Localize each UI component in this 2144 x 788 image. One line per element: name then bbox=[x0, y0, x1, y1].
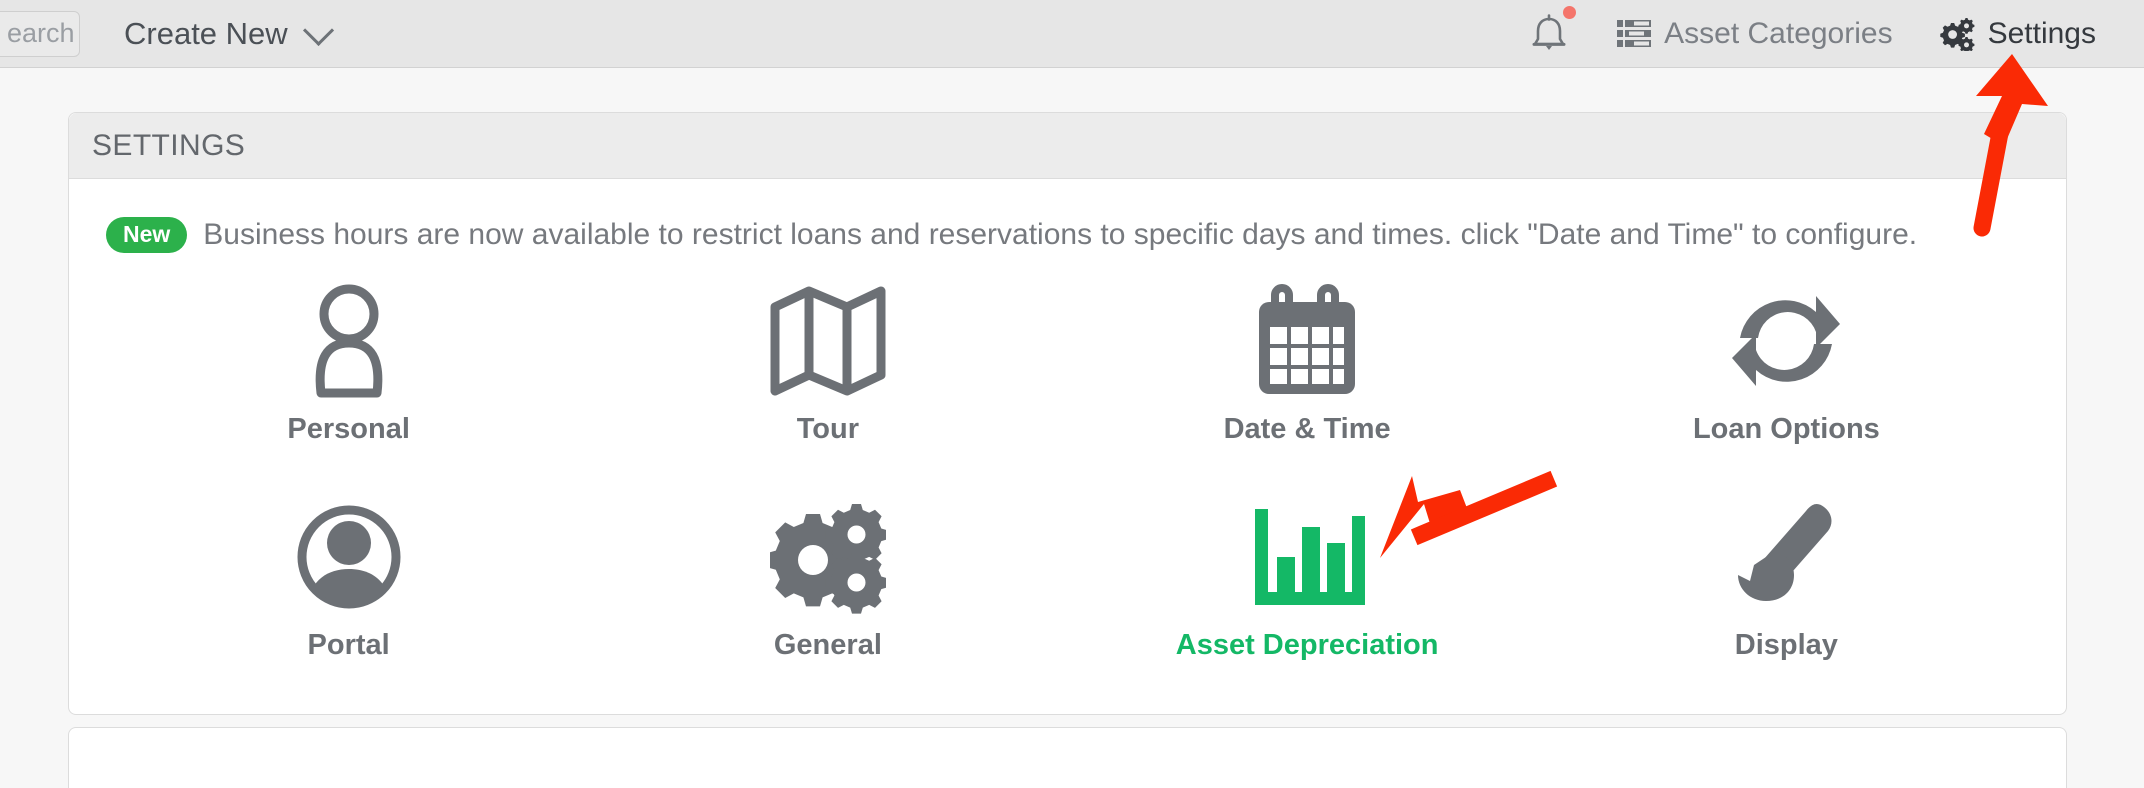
avatar-circle-icon bbox=[293, 491, 405, 623]
notification-badge-dot bbox=[1560, 2, 1580, 22]
settings-tile-grid: Personal Tour Date & Time Loan Options P… bbox=[69, 253, 2066, 687]
person-outline-icon bbox=[297, 275, 401, 407]
paintbrush-icon bbox=[1728, 491, 1844, 623]
top-nav-right-group: Asset Categories Settings bbox=[1515, 2, 2144, 56]
map-icon bbox=[769, 275, 887, 407]
settings-tile-label: Portal bbox=[307, 629, 390, 661]
gears-icon bbox=[769, 491, 886, 623]
nav-asset-categories-label: Asset Categories bbox=[1664, 16, 1893, 50]
nav-asset-categories[interactable]: Asset Categories bbox=[1595, 17, 1914, 51]
settings-panel-header: SETTINGS bbox=[69, 113, 2066, 179]
settings-tile-loan-options[interactable]: Loan Options bbox=[1547, 275, 2026, 471]
settings-tile-personal[interactable]: Personal bbox=[109, 275, 588, 471]
next-panel-partial bbox=[68, 727, 2067, 788]
gears-icon bbox=[1939, 17, 1974, 51]
settings-tile-label: Loan Options bbox=[1692, 413, 1880, 445]
refresh-cycle-icon bbox=[1728, 275, 1844, 407]
announcement-text: Business hours are now available to rest… bbox=[203, 218, 1918, 251]
top-navigation-bar: earch Create New Asset Categories Settin… bbox=[0, 0, 2144, 68]
settings-tile-label: Display bbox=[1734, 629, 1838, 661]
announcement-banner: New Business hours are now available to … bbox=[69, 179, 2066, 253]
settings-tile-display[interactable]: Display bbox=[1547, 491, 2026, 687]
settings-tile-label: Date & Time bbox=[1223, 413, 1391, 445]
settings-tile-asset-depreciation[interactable]: Asset Depreciation bbox=[1068, 491, 1547, 687]
settings-tile-label: Asset Depreciation bbox=[1175, 629, 1439, 661]
list-icon bbox=[1617, 19, 1652, 47]
search-input[interactable]: earch bbox=[0, 10, 80, 57]
settings-tile-label: Personal bbox=[287, 413, 410, 445]
nav-settings[interactable]: Settings bbox=[1915, 17, 2118, 51]
settings-tile-portal[interactable]: Portal bbox=[109, 491, 588, 687]
settings-tile-label: General bbox=[773, 629, 882, 661]
page-title: SETTINGS bbox=[92, 128, 246, 162]
new-badge: New bbox=[106, 217, 188, 253]
calendar-icon bbox=[1251, 275, 1363, 407]
settings-tile-date-time[interactable]: Date & Time bbox=[1068, 275, 1547, 471]
settings-panel: SETTINGS New Business hours are now avai… bbox=[68, 112, 2067, 715]
settings-tile-tour[interactable]: Tour bbox=[588, 275, 1067, 471]
create-new-label: Create New bbox=[124, 15, 288, 51]
bar-chart-icon bbox=[1245, 491, 1369, 623]
nav-settings-label: Settings bbox=[1987, 16, 2096, 50]
notifications-button[interactable] bbox=[1515, 2, 1595, 56]
settings-tile-general[interactable]: General bbox=[588, 491, 1067, 687]
settings-tile-label: Tour bbox=[796, 413, 860, 445]
create-new-dropdown[interactable]: Create New bbox=[124, 14, 334, 52]
chevron-down-icon bbox=[302, 14, 334, 46]
